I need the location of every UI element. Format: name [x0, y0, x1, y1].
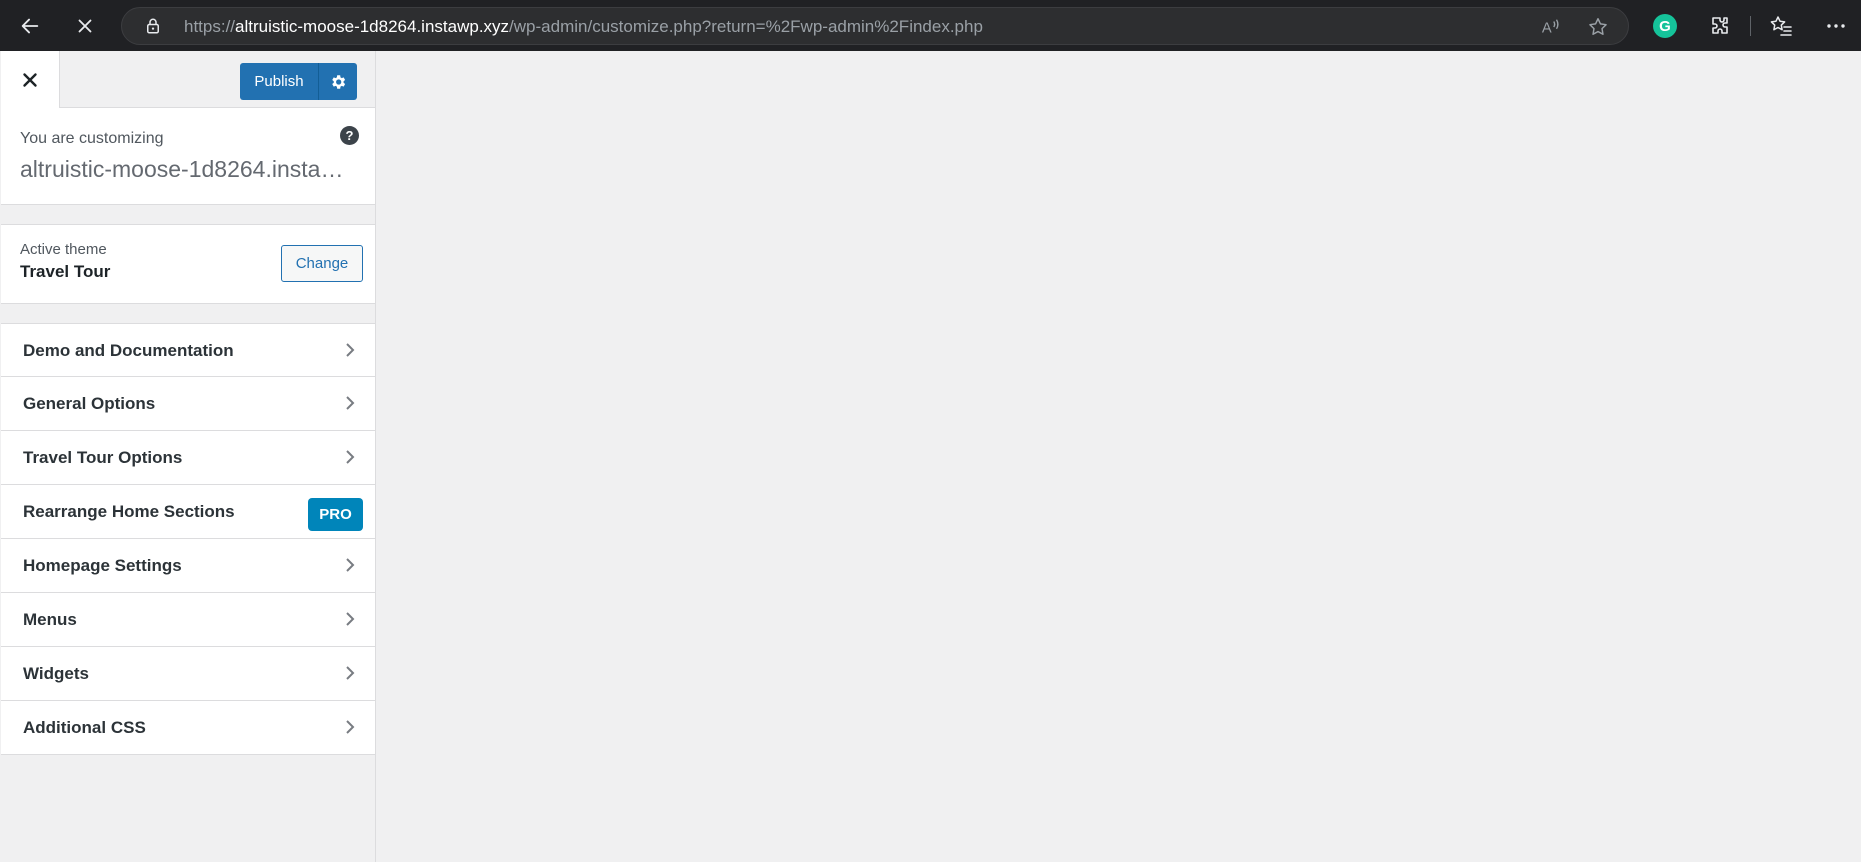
pro-badge[interactable]: PRO — [308, 498, 363, 531]
customizer-sections: Demo and Documentation General Options T… — [1, 323, 375, 755]
url-scheme: https:// — [184, 17, 236, 36]
extensions-button[interactable] — [1706, 12, 1734, 40]
section-general-options[interactable]: General Options — [1, 377, 375, 431]
chevron-right-icon — [341, 718, 359, 736]
more-button[interactable] — [1822, 12, 1850, 40]
lock-icon[interactable] — [144, 17, 162, 35]
chevron-right-icon — [341, 394, 359, 412]
url-text: https://altruistic-moose-1d8264.instawp.… — [184, 17, 983, 37]
customizer-sidebar: Publish You are customizing altruistic-m… — [1, 51, 376, 862]
chevron-right-icon — [341, 664, 359, 682]
section-label: Additional CSS — [23, 718, 146, 737]
customizing-info: You are customizing altruistic-moose-1d8… — [1, 108, 375, 205]
browser-toolbar: https://altruistic-moose-1d8264.instawp.… — [0, 0, 1861, 51]
favorite-star-icon[interactable] — [1587, 16, 1609, 38]
grammarly-button[interactable]: G — [1651, 12, 1679, 40]
section-additional-css[interactable]: Additional CSS — [1, 701, 375, 755]
stop-loading-icon — [78, 19, 92, 33]
close-icon — [23, 72, 37, 87]
section-label: Menus — [23, 610, 77, 629]
read-aloud-icon[interactable]: A — [1540, 16, 1562, 38]
back-icon — [21, 18, 39, 34]
active-theme-section: Active theme Travel Tour Change — [1, 224, 375, 304]
toolbar-separator — [1750, 16, 1751, 36]
section-label: Travel Tour Options — [23, 448, 183, 467]
address-bar[interactable]: https://altruistic-moose-1d8264.instawp.… — [121, 7, 1629, 45]
customizing-label: You are customizing — [20, 130, 164, 147]
publish-button[interactable]: Publish — [240, 63, 319, 100]
publish-button-group: Publish — [240, 63, 357, 100]
section-homepage-settings[interactable]: Homepage Settings — [1, 539, 375, 593]
chevron-right-icon — [341, 448, 359, 466]
more-icon — [1827, 24, 1845, 28]
section-label: Homepage Settings — [23, 556, 182, 575]
section-rearrange-home-sections[interactable]: Rearrange Home Sections PRO — [1, 485, 375, 539]
url-path: /wp-admin/customize.php?return=%2Fwp-adm… — [509, 17, 983, 36]
section-travel-tour-options[interactable]: Travel Tour Options — [1, 431, 375, 485]
back-button[interactable] — [12, 8, 48, 44]
favorites-button[interactable] — [1767, 12, 1795, 40]
url-host: altruistic-moose-1d8264.instawp.xyz — [235, 17, 510, 36]
customizer-header: Publish — [1, 51, 375, 108]
site-name: altruistic-moose-1d8264.instawp.xyz — [20, 156, 350, 182]
favorites-icon — [1770, 16, 1792, 36]
chevron-right-icon — [341, 556, 359, 574]
section-label: Rearrange Home Sections — [23, 502, 235, 521]
section-menus[interactable]: Menus — [1, 593, 375, 647]
section-label: Demo and Documentation — [23, 341, 234, 360]
section-demo-and-documentation[interactable]: Demo and Documentation — [1, 323, 375, 377]
active-theme-label: Active theme — [20, 241, 107, 258]
gear-icon — [332, 74, 346, 89]
site-preview — [377, 51, 1861, 862]
help-icon[interactable]: ? — [340, 126, 359, 145]
section-label: Widgets — [23, 664, 89, 683]
close-customizer-button[interactable] — [1, 51, 60, 108]
publish-settings-button[interactable] — [319, 63, 357, 100]
change-theme-button[interactable]: Change — [281, 245, 363, 282]
section-label: General Options — [23, 394, 156, 413]
grammarly-icon: G — [1653, 14, 1677, 38]
section-widgets[interactable]: Widgets — [1, 647, 375, 701]
active-theme-name: Travel Tour — [20, 262, 111, 281]
stop-loading-button[interactable] — [67, 8, 103, 44]
chevron-right-icon — [341, 610, 359, 628]
extensions-icon — [1712, 17, 1728, 34]
chevron-right-icon — [341, 341, 359, 359]
svg-text:A: A — [1542, 21, 1552, 37]
